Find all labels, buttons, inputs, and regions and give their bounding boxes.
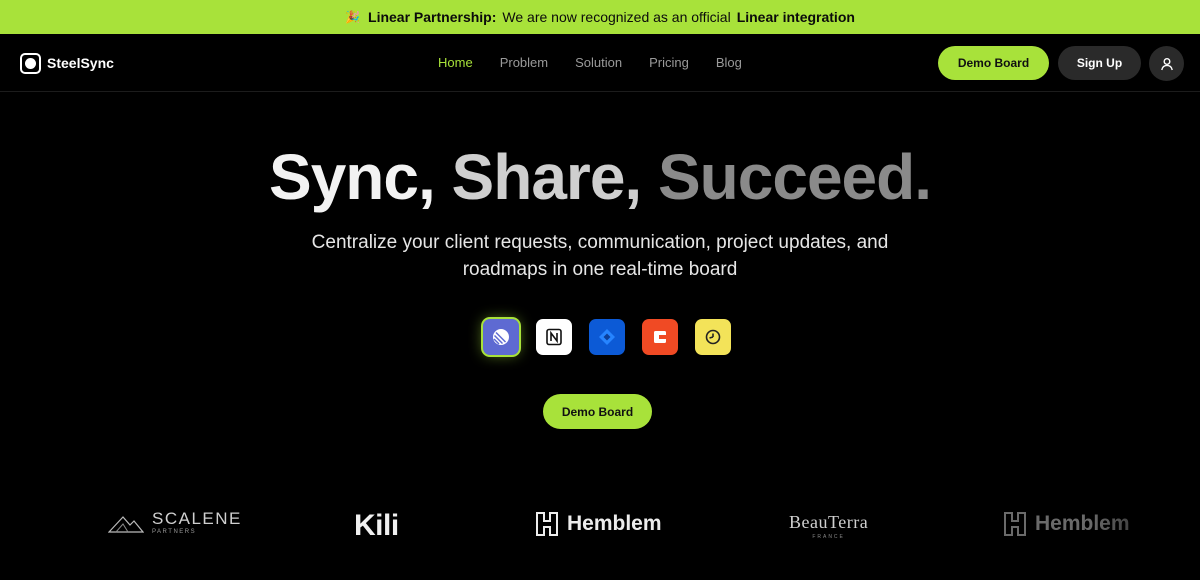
demo-board-button[interactable]: Demo Board bbox=[938, 46, 1049, 80]
nav-link-home[interactable]: Home bbox=[438, 55, 473, 70]
nav-link-problem[interactable]: Problem bbox=[500, 55, 548, 70]
announcement-banner[interactable]: 🎉 Linear Partnership: We are now recogni… bbox=[0, 0, 1200, 34]
beauterra-logo: BeauTerra FRANCE bbox=[789, 512, 868, 540]
scalene-logo: SCALENE PARTNERS bbox=[108, 510, 242, 535]
hemblem-mark-icon bbox=[536, 512, 558, 536]
clock-integration-icon bbox=[705, 329, 721, 345]
notion-icon bbox=[546, 328, 562, 346]
banner-prefix: Linear Partnership: bbox=[368, 9, 497, 25]
nav-link-solution[interactable]: Solution bbox=[575, 55, 622, 70]
clock-integration-button[interactable] bbox=[695, 319, 731, 355]
banner-highlight: Linear integration bbox=[736, 9, 855, 25]
beauterra-logo-subtext: FRANCE bbox=[812, 534, 845, 540]
coda-integration-button[interactable] bbox=[642, 319, 678, 355]
hero-title-word-3: Succeed. bbox=[657, 141, 932, 213]
linear-integration-button[interactable] bbox=[483, 319, 519, 355]
hero-title-word-2: Share, bbox=[451, 141, 643, 213]
banner-message: We are now recognized as an official bbox=[502, 9, 731, 25]
nav-link-pricing[interactable]: Pricing bbox=[649, 55, 689, 70]
notion-integration-button[interactable] bbox=[536, 319, 572, 355]
scalene-logo-subtext: PARTNERS bbox=[152, 529, 197, 535]
hero-demo-board-button[interactable]: Demo Board bbox=[543, 394, 652, 429]
beauterra-logo-text: BeauTerra bbox=[789, 512, 869, 532]
partner-logos: SCALENE PARTNERS Kili Hemblem BeauTerra … bbox=[0, 500, 1200, 550]
party-icon: 🎉 bbox=[345, 10, 361, 24]
linear-icon bbox=[493, 329, 509, 345]
brand-logo[interactable]: SteelSync bbox=[20, 51, 114, 75]
main-nav: Home Problem Solution Pricing Blog bbox=[438, 55, 742, 70]
hero-title-word-1: Sync, bbox=[269, 141, 436, 213]
nav-link-blog[interactable]: Blog bbox=[716, 55, 742, 70]
logo-fade-overlay bbox=[1090, 500, 1200, 550]
brand-name: SteelSync bbox=[47, 55, 114, 71]
coda-icon bbox=[654, 331, 666, 343]
hemblem-logo-text: Hemblem bbox=[567, 512, 662, 535]
steelsync-logo-icon bbox=[20, 52, 41, 74]
jira-icon bbox=[599, 329, 615, 345]
hemblem-mark-icon bbox=[1004, 512, 1026, 536]
hemblem-logo: Hemblem bbox=[535, 511, 662, 537]
account-button[interactable] bbox=[1149, 46, 1184, 81]
jira-integration-button[interactable] bbox=[589, 319, 625, 355]
top-navbar: SteelSync Home Problem Solution Pricing … bbox=[0, 34, 1200, 92]
sign-up-button[interactable]: Sign Up bbox=[1058, 46, 1141, 80]
kili-logo: Kili bbox=[354, 509, 399, 542]
user-icon bbox=[1160, 57, 1173, 70]
integration-selector bbox=[483, 319, 731, 355]
hero-title: Sync, Share, Succeed. bbox=[0, 140, 1200, 214]
scalene-logo-text: SCALENE bbox=[152, 509, 242, 528]
mountain-icon bbox=[108, 515, 144, 533]
hero-subtitle: Centralize your client requests, communi… bbox=[311, 232, 889, 280]
